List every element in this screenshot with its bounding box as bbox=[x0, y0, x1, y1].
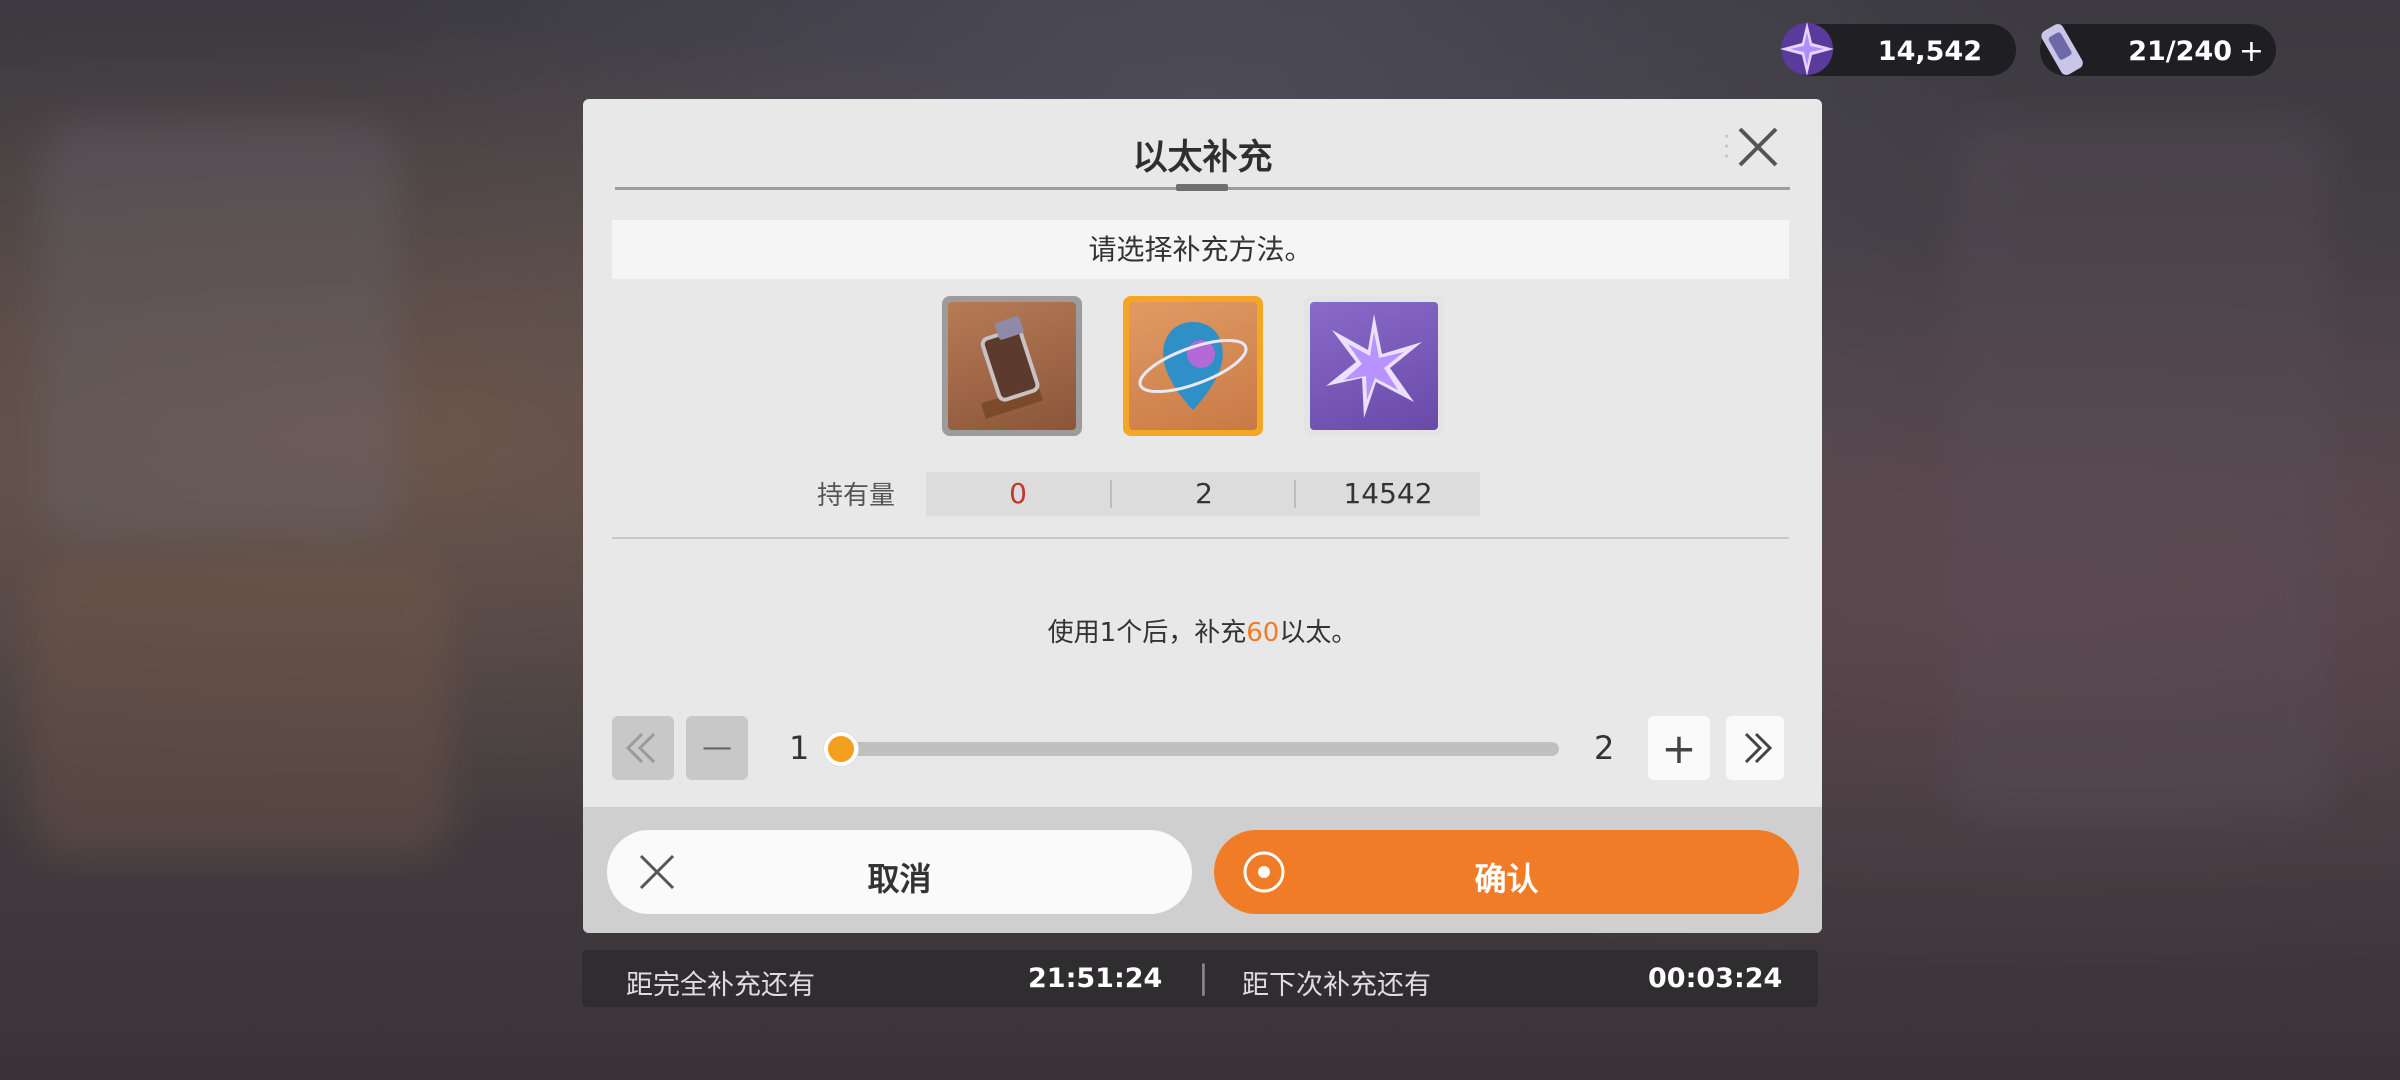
star-crystal-large-icon bbox=[1326, 314, 1422, 418]
section-divider bbox=[612, 537, 1789, 539]
background-blur bbox=[30, 560, 450, 860]
confirm-label: 确认 bbox=[1474, 860, 1539, 898]
item-ether-planet[interactable] bbox=[1123, 296, 1263, 436]
confirm-button[interactable]: 确认 bbox=[1214, 830, 1799, 914]
item-ether-bottle[interactable] bbox=[942, 296, 1082, 436]
slider-max-value: 2 bbox=[1594, 729, 1615, 767]
ether-battery-icon bbox=[2041, 24, 2083, 75]
title-divider-marker bbox=[1176, 184, 1228, 191]
holdings-row: 0 2 14542 bbox=[926, 472, 1480, 516]
background-blur bbox=[1950, 120, 2330, 820]
star-crystal-value: 14,542 bbox=[1877, 36, 1982, 67]
ether-refill-dialog: 以太补充 · · · 请选择补充方法。 持有量 0 2 14542 使用1个后，… bbox=[583, 99, 1822, 933]
cancel-label: 取消 bbox=[867, 860, 932, 898]
slider-min-value: 1 bbox=[789, 729, 810, 767]
dialog-footer: 取消 确认 bbox=[583, 807, 1822, 933]
refill-timer-bar: 距完全补充还有 21:51:24 | 距下次补充还有 00:03:24 bbox=[582, 950, 1818, 1007]
description-amount: 60 bbox=[1246, 618, 1280, 648]
refill-description: 使用1个后，补充60以太。 bbox=[583, 612, 1822, 649]
min-quantity-button[interactable] bbox=[612, 716, 674, 780]
dialog-title: 以太补充 bbox=[1132, 138, 1273, 178]
holding-star-crystal: 14542 bbox=[1343, 477, 1433, 510]
double-chevron-right-icon bbox=[1744, 732, 1773, 764]
timer-separator: | bbox=[1198, 958, 1209, 996]
quantity-slider-handle[interactable] bbox=[824, 732, 858, 766]
holdings-label: 持有量 bbox=[817, 481, 896, 511]
next-refill-label: 距下次补充还有 bbox=[1242, 970, 1431, 1001]
description-text: 使用1个后，补充 bbox=[1047, 618, 1247, 648]
double-chevron-left-icon bbox=[625, 732, 656, 764]
ether-bottle-icon bbox=[980, 316, 1044, 419]
max-quantity-button[interactable] bbox=[1726, 716, 1784, 780]
next-refill-time: 00:03:24 bbox=[1648, 963, 1783, 994]
ether-counter[interactable]: 21/240 + bbox=[2040, 24, 2276, 76]
quantity-slider-track[interactable] bbox=[839, 742, 1559, 756]
minus-icon: — bbox=[702, 730, 732, 765]
star-crystal-icon bbox=[1780, 22, 1834, 76]
item-star-crystal[interactable] bbox=[1304, 296, 1444, 436]
cancel-button[interactable]: 取消 bbox=[607, 830, 1192, 914]
description-suffix: 以太。 bbox=[1279, 618, 1358, 648]
drag-handle-icon: · · · bbox=[1723, 125, 1730, 170]
full-refill-label: 距完全补充还有 bbox=[626, 970, 815, 1001]
ether-orb-icon bbox=[1138, 322, 1248, 410]
add-ether-icon[interactable]: + bbox=[2239, 34, 2264, 69]
plus-icon: + bbox=[1661, 724, 1697, 773]
full-refill-time: 21:51:24 bbox=[1028, 963, 1163, 994]
star-crystal-counter: 14,542 bbox=[1780, 22, 2016, 76]
ether-value: 21/240 bbox=[2128, 36, 2232, 67]
increase-button[interactable]: + bbox=[1648, 716, 1710, 780]
background-blur bbox=[40, 120, 400, 540]
decrease-button[interactable]: — bbox=[686, 716, 748, 780]
holding-ether-planet: 2 bbox=[1195, 477, 1213, 510]
close-icon[interactable] bbox=[1732, 121, 1784, 173]
prompt-text: 请选择补充方法。 bbox=[612, 220, 1789, 279]
holding-ether-bottle: 0 bbox=[1009, 477, 1027, 510]
